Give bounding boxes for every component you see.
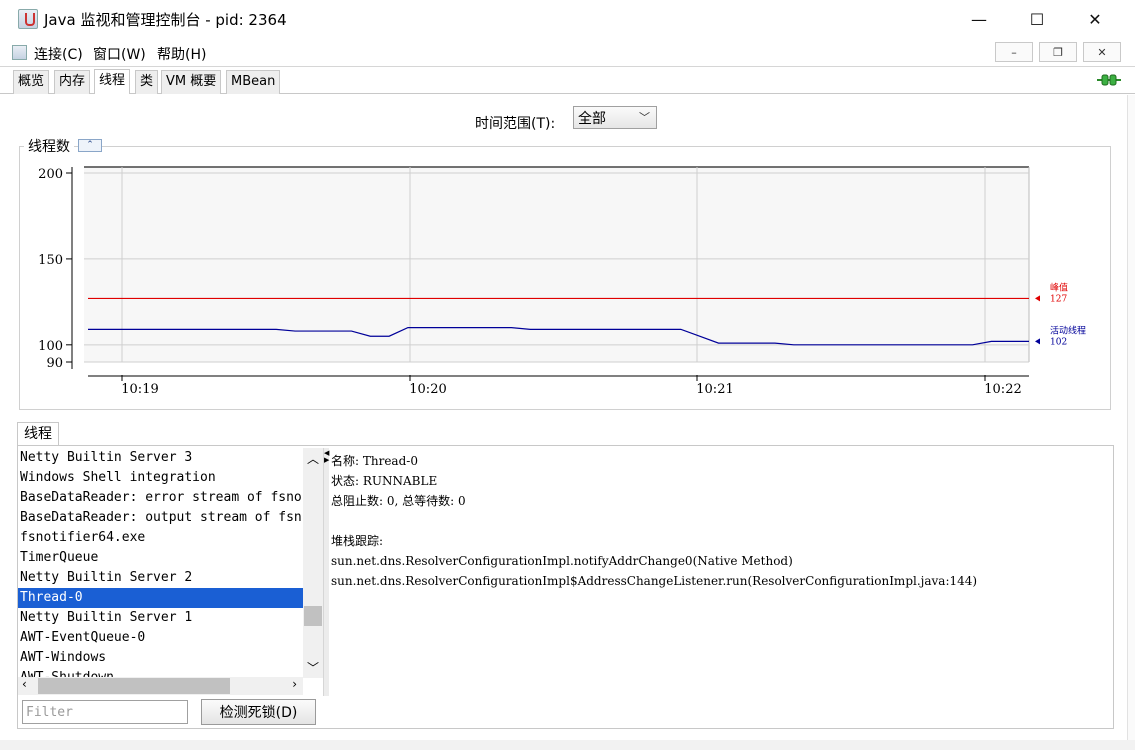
thread-list-item[interactable]: fsnotifier64.exe [18,528,303,548]
filter-input[interactable] [22,700,188,724]
minimize-button[interactable]: — [950,0,1008,38]
thread-list-item[interactable]: TimerQueue [18,548,303,568]
thread-list-item[interactable]: AWT-EventQueue-0 [18,628,303,648]
series-marker-1 [1035,338,1040,345]
stack-trace-label: 堆栈跟踪: [331,534,384,548]
y-tick-label: 150 [38,253,63,268]
tab-memory[interactable]: 内存 [54,70,91,94]
thread-details: 名称: Thread-0 状态: RUNNABLE 总阻止数: 0, 总等待数:… [331,451,977,591]
scroll-thumb[interactable] [304,606,322,626]
plot-area [84,167,1029,362]
y-tick-label: 90 [46,356,63,371]
window-edge [1127,95,1135,740]
legend-name: 峰值 [1050,281,1068,293]
x-tick-label: 10:20 [409,382,446,397]
tab-overview[interactable]: 概览 [13,70,50,94]
split-arrows-icon[interactable]: ◀ ▶ [324,450,329,464]
thread-counts-line: 总阻止数: 0, 总等待数: 0 [331,494,466,508]
thread-list-item[interactable]: AWT-Windows [18,648,303,668]
scroll-left-icon[interactable]: ‹ [22,677,27,691]
stack-frame: sun.net.dns.ResolverConfigurationImpl$Ad… [331,574,978,588]
hscroll-thumb[interactable] [38,678,230,694]
thread-list-vertical-scrollbar[interactable]: ︿ ﹀ [303,448,323,678]
threads-subtab[interactable]: 线程 [17,422,59,446]
thread-list-item[interactable]: Netty Builtin Server 1 [18,608,303,628]
detect-deadlock-button[interactable]: 检测死锁(D) [201,699,316,725]
series-marker-0 [1035,295,1040,302]
y-tick-label: 100 [38,339,63,354]
scroll-down-icon[interactable]: ﹀ [307,659,319,676]
thread-list-item[interactable]: Thread-0 [18,588,303,608]
split-pane-divider[interactable]: ◀ ▶ [323,448,329,696]
legend-value: 127 [1050,294,1067,304]
thread-count-chart: 90 100 150 200 10:19 10:20 10:21 10:22 峰值127 活动线程… [38,166,1086,397]
chevron-down-icon: ﹀ [639,111,650,124]
mdi-close-button[interactable]: ✕ [1083,42,1121,62]
tab-bar: 概览 内存 线程 类 VM 概要 MBean [0,68,1135,94]
x-tick-label: 10:19 [121,382,158,397]
time-range-select[interactable]: 全部 ﹀ [573,106,657,129]
scroll-right-icon[interactable]: › [292,677,297,691]
time-range-label: 时间范围(T): [475,116,556,132]
maximize-button[interactable]: ☐ [1008,0,1066,38]
time-range-value: 全部 [578,111,606,127]
thread-list-item[interactable]: Netty Builtin Server 3 [18,448,303,468]
thread-list-item[interactable]: BaseDataReader: error stream of fsno [18,488,303,508]
thread-list-item[interactable]: Netty Builtin Server 2 [18,568,303,588]
stack-frame: sun.net.dns.ResolverConfigurationImpl.no… [331,554,793,568]
close-button[interactable]: ✕ [1066,0,1124,38]
thread-list-item[interactable]: Windows Shell integration [18,468,303,488]
x-tick-label: 10:21 [696,382,733,397]
connection-status-icon [1097,74,1121,86]
x-tick-label: 10:22 [984,382,1021,397]
thread-list[interactable]: Netty Builtin Server 3 Windows Shell inte… [18,448,303,678]
mdi-restore-button[interactable]: ❐ [1039,42,1077,62]
java-app-icon [18,9,38,29]
title-bar: Java 监视和管理控制台 - pid: 2364 — ☐ ✕ [0,0,1135,38]
thread-state-line: 状态: RUNNABLE [331,474,438,488]
tab-vm-summary[interactable]: VM 概要 [161,70,222,94]
java-menu-icon[interactable] [12,45,27,60]
scroll-up-icon[interactable]: ︿ [307,450,319,467]
legend-name: 活动线程 [1050,324,1086,336]
tab-threads[interactable]: 线程 [94,69,131,94]
y-tick-label: 200 [38,167,63,182]
menu-bar: 连接(C) 窗口(W) 帮助(H) – ❐ ✕ [0,39,1135,67]
menu-help[interactable]: 帮助(H) [157,44,206,64]
window-title: Java 监视和管理控制台 - pid: 2364 [44,11,287,29]
legend-value: 102 [1050,337,1067,347]
menu-window[interactable]: 窗口(W) [93,44,146,64]
tab-classes[interactable]: 类 [135,70,159,94]
mdi-minimize-button[interactable]: – [995,42,1033,62]
tab-mbean[interactable]: MBean [226,70,281,94]
menu-connect[interactable]: 连接(C) [34,44,83,64]
chart-grid [84,166,1030,363]
window-bottom-edge [0,740,1135,750]
thread-list-horizontal-scrollbar[interactable]: ‹ › [18,677,303,695]
thread-name-line: 名称: Thread-0 [331,454,418,468]
thread-list-item[interactable]: BaseDataReader: output stream of fsn [18,508,303,528]
